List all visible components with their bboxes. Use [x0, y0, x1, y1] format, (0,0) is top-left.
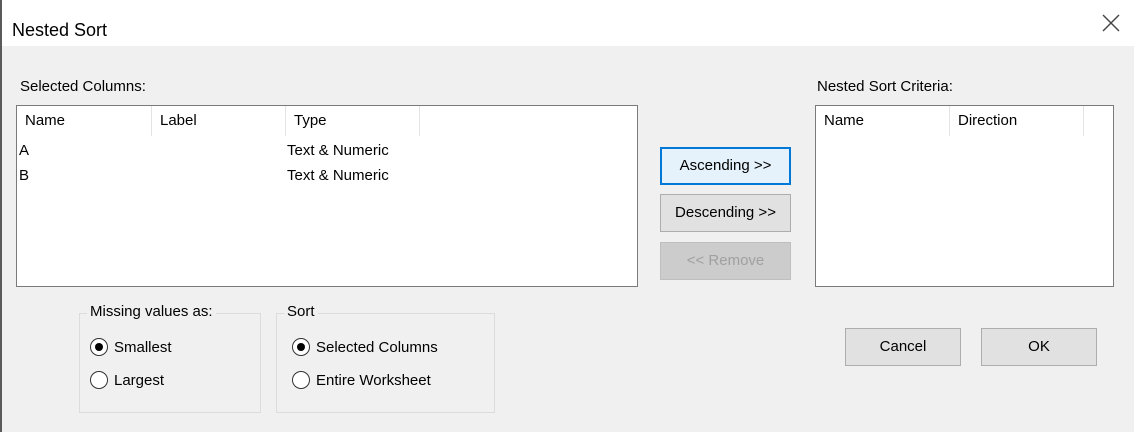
radio-smallest-indicator — [90, 338, 108, 356]
radio-entire-worksheet-label: Entire Worksheet — [316, 371, 431, 389]
ascending-button[interactable]: Ascending >> — [660, 147, 791, 185]
selected-columns-label: Selected Columns: — [20, 78, 146, 95]
column-header-label[interactable]: Label — [152, 106, 286, 136]
sort-label: Sort — [284, 303, 318, 320]
title-bar: Nested Sort — [0, 0, 1134, 46]
close-icon — [1102, 14, 1120, 32]
missing-values-label: Missing values as: — [87, 303, 216, 320]
radio-selected-columns-indicator — [292, 338, 310, 356]
selected-columns-list[interactable]: Name Label Type A Text & Numeric B Text … — [16, 105, 638, 287]
close-button[interactable] — [1100, 12, 1126, 38]
column-header-name[interactable]: Name — [17, 106, 152, 136]
radio-largest[interactable]: Largest — [90, 371, 164, 389]
row-name: A — [19, 142, 30, 159]
radio-smallest-label: Smallest — [114, 338, 172, 356]
radio-entire-worksheet-indicator — [292, 371, 310, 389]
sort-group — [276, 313, 495, 413]
row-type: Text & Numeric — [287, 167, 389, 184]
criteria-header-direction[interactable]: Direction — [950, 106, 1084, 136]
criteria-list[interactable]: Name Direction — [815, 105, 1114, 287]
radio-selected-columns[interactable]: Selected Columns — [292, 338, 438, 356]
remove-button[interactable]: << Remove — [660, 242, 791, 280]
radio-entire-worksheet[interactable]: Entire Worksheet — [292, 371, 431, 389]
missing-values-group — [79, 313, 261, 413]
radio-largest-label: Largest — [114, 371, 165, 389]
column-header-type[interactable]: Type — [286, 106, 420, 136]
row-name: B — [19, 167, 30, 184]
cancel-button[interactable]: Cancel — [845, 328, 961, 366]
radio-largest-indicator — [90, 371, 108, 389]
dialog-title: Nested Sort — [12, 20, 108, 40]
radio-smallest[interactable]: Smallest — [90, 338, 172, 356]
window-edge — [0, 0, 2, 432]
row-type: Text & Numeric — [287, 142, 389, 159]
table-row[interactable]: A Text & Numeric — [17, 141, 635, 161]
table-row[interactable]: B Text & Numeric — [17, 166, 635, 186]
descending-button[interactable]: Descending >> — [660, 194, 791, 232]
ok-button[interactable]: OK — [981, 328, 1097, 366]
criteria-header-name[interactable]: Name — [816, 106, 950, 136]
radio-selected-columns-label: Selected Columns — [316, 338, 438, 356]
criteria-label: Nested Sort Criteria: — [817, 78, 953, 95]
